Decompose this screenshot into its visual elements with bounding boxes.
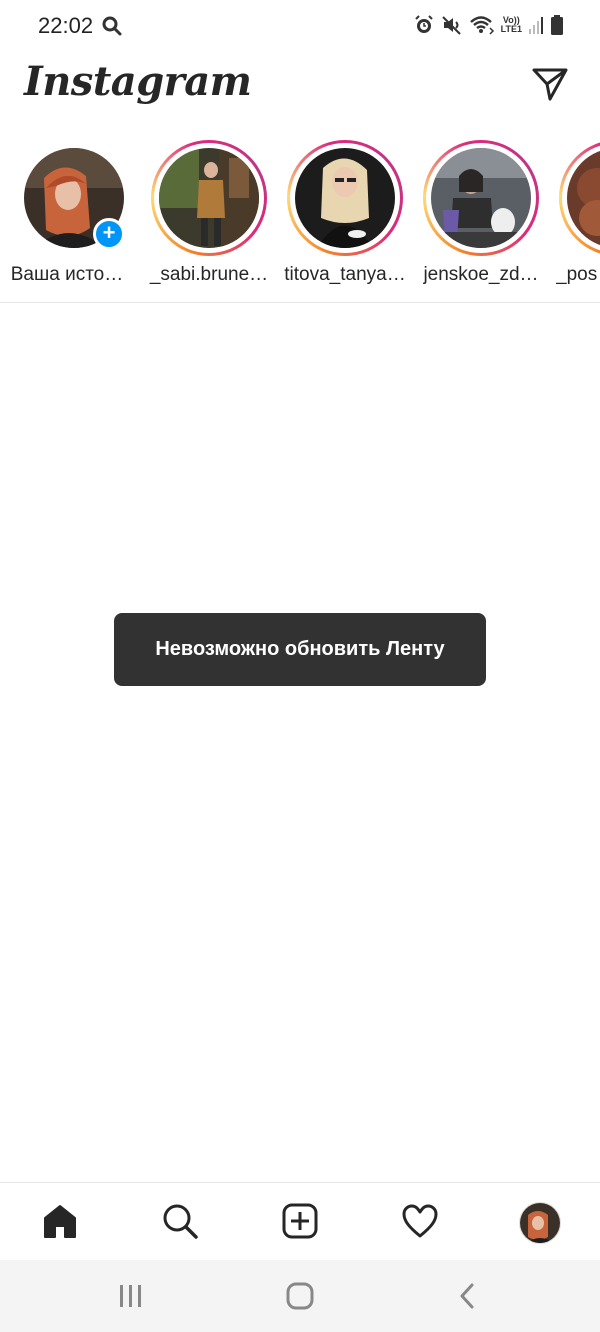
nav-activity-button[interactable] <box>396 1199 444 1247</box>
nav-new-post-button[interactable] <box>276 1199 324 1247</box>
volte-icon: Vo)) LTE1 <box>501 16 522 34</box>
story-label: Ваша исто… <box>10 264 124 285</box>
story-label: jenskoe_zd… <box>423 264 539 285</box>
story-avatar <box>159 148 259 248</box>
search-icon <box>101 15 123 42</box>
app-header: Instagram <box>0 52 600 128</box>
mute-icon <box>441 14 463 36</box>
toast-message: Невозможно обновить Ленту <box>114 613 486 686</box>
recent-apps-button[interactable] <box>111 1280 151 1316</box>
battery-icon <box>550 14 564 36</box>
story-ring <box>559 140 600 256</box>
story-avatar <box>431 148 531 248</box>
home-icon <box>41 1203 79 1244</box>
paper-plane-icon <box>531 66 569 107</box>
story-avatar <box>295 148 395 248</box>
status-bar: 22:02 Vo)) LTE1 <box>0 0 600 52</box>
wifi-icon <box>469 14 495 36</box>
nav-profile-button[interactable] <box>516 1199 564 1247</box>
toast-text: Невозможно обновить Ленту <box>155 638 445 660</box>
profile-avatar <box>519 1202 561 1244</box>
status-time: 22:02 <box>38 13 94 38</box>
story-item[interactable]: titova_tanya… <box>278 140 408 300</box>
story-ring <box>151 140 267 256</box>
story-item[interactable]: jenskoe_zd… <box>414 140 544 300</box>
new-post-icon <box>281 1202 319 1245</box>
story-ring <box>287 140 403 256</box>
add-story-icon[interactable]: + <box>93 218 125 250</box>
story-label: titova_tanya… <box>284 264 406 285</box>
system-nav-bar <box>0 1260 600 1332</box>
story-label: _sabi.brune… <box>149 264 269 285</box>
recent-apps-icon <box>118 1284 144 1313</box>
heart-icon <box>401 1203 439 1244</box>
volte-bottom: LTE1 <box>500 24 522 34</box>
home-system-button[interactable] <box>280 1280 320 1316</box>
signal-icon <box>528 15 544 35</box>
status-icons: Vo)) LTE1 <box>413 14 564 36</box>
story-label: _pos <box>556 264 598 285</box>
stories-tray: + Ваша исто… _sabi.brune… titova_tanya… <box>0 128 600 302</box>
story-item[interactable]: _pos <box>550 140 600 300</box>
home-button-icon <box>286 1282 314 1315</box>
back-icon <box>457 1282 477 1315</box>
stories-divider <box>0 302 600 303</box>
nav-home-button[interactable] <box>36 1199 84 1247</box>
back-system-button[interactable] <box>447 1280 487 1316</box>
alarm-icon <box>413 14 435 36</box>
instagram-logo: Instagram <box>24 58 252 105</box>
search-icon <box>161 1202 199 1245</box>
story-avatar <box>567 148 600 248</box>
story-ring <box>423 140 539 256</box>
story-item[interactable]: _sabi.brune… <box>142 140 272 300</box>
nav-search-button[interactable] <box>156 1199 204 1247</box>
direct-messages-button[interactable] <box>530 66 570 106</box>
story-own[interactable]: + Ваша исто… <box>0 140 130 300</box>
bottom-nav <box>0 1182 600 1260</box>
